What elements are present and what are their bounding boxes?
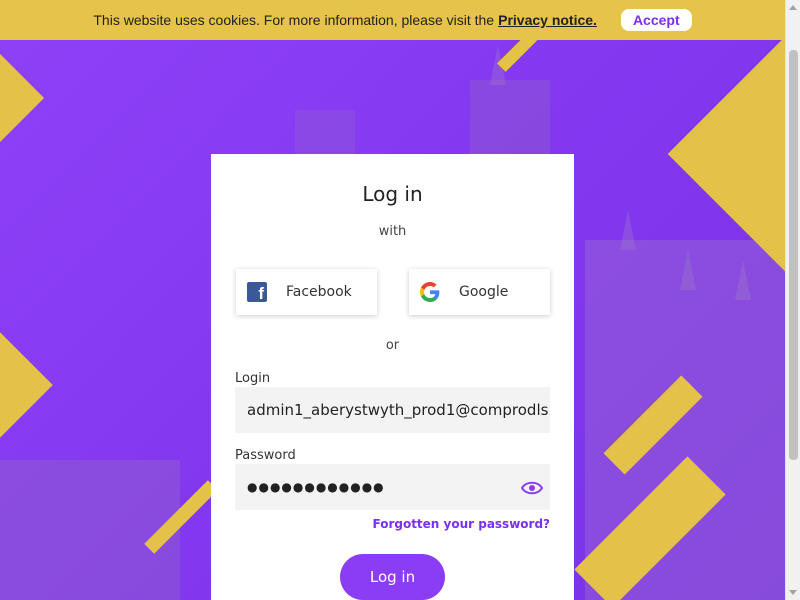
with-label: with: [378, 224, 407, 239]
cookie-banner: This website uses cookies. For more info…: [0, 0, 785, 40]
login-label: Login: [235, 371, 271, 386]
scrollbar-thumb[interactable]: [789, 50, 798, 460]
facebook-icon: f: [246, 281, 268, 303]
login-card: Log in with f Facebook Google or Login a…: [211, 154, 574, 600]
spire-silhouette: [680, 250, 696, 290]
eye-icon[interactable]: [520, 480, 544, 495]
scroll-down-icon[interactable]: [789, 590, 797, 595]
facebook-login-button[interactable]: f Facebook: [236, 269, 377, 315]
page-title: Log in: [362, 182, 423, 206]
spire-silhouette: [735, 260, 751, 300]
login-input[interactable]: admin1_aberystwyth_prod1@comprodls.com: [235, 387, 550, 433]
spire-silhouette: [620, 210, 636, 250]
google-login-button[interactable]: Google: [409, 269, 550, 315]
login-button[interactable]: Log in: [340, 554, 445, 600]
google-label: Google: [459, 284, 509, 300]
privacy-notice-link[interactable]: Privacy notice.: [498, 12, 597, 28]
scroll-up-icon[interactable]: [789, 5, 797, 10]
decor-diamond: [0, 49, 45, 147]
password-input[interactable]: ●●●●●●●●●●●●: [235, 464, 550, 510]
facebook-label: Facebook: [286, 284, 352, 300]
cookie-text: This website uses cookies. For more info…: [93, 12, 495, 28]
login-value: admin1_aberystwyth_prod1@comprodls.com: [247, 401, 550, 419]
google-icon: [419, 281, 441, 303]
scrollbar[interactable]: [785, 0, 800, 600]
building-silhouette: [0, 460, 180, 600]
or-divider: or: [385, 338, 400, 353]
password-label: Password: [235, 448, 296, 463]
forgot-password-link[interactable]: Forgotten your password?: [372, 517, 550, 531]
accept-cookies-button[interactable]: Accept: [620, 9, 692, 31]
password-value: ●●●●●●●●●●●●: [247, 480, 385, 494]
decor-diamond: [0, 307, 53, 463]
